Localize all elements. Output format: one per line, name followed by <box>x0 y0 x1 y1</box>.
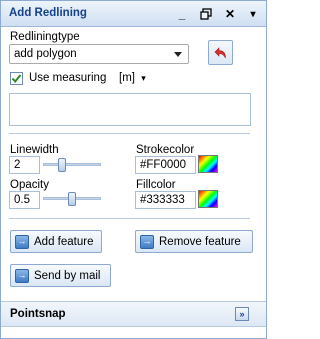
fillcolor-picker-icon[interactable] <box>198 190 218 208</box>
divider <box>9 133 250 134</box>
pointsnap-title: Pointsnap <box>10 308 66 320</box>
restore-button[interactable] <box>197 6 215 22</box>
fillcolor-label: Fillcolor <box>136 179 176 191</box>
undo-button[interactable] <box>208 40 233 65</box>
add-feature-button[interactable]: → Add feature <box>10 230 102 253</box>
close-button[interactable]: ✕ <box>221 6 239 22</box>
arrow-right-icon: → <box>140 234 154 249</box>
divider <box>9 218 250 219</box>
use-measuring-label: Use measuring <box>29 72 107 84</box>
use-measuring-checkbox[interactable] <box>10 72 23 85</box>
expand-icon[interactable]: » <box>235 307 249 321</box>
measuring-unit-dropdown[interactable]: [m] ▾ <box>119 72 146 84</box>
undo-arrow-icon <box>214 46 226 58</box>
strokecolor-input[interactable]: #FF0000 <box>135 156 196 174</box>
minimize-button[interactable]: _ <box>173 6 191 22</box>
panel-titlebar: Add Redlining _ ✕ ▾ <box>1 1 266 27</box>
linewidth-input[interactable]: 2 <box>9 156 40 174</box>
remove-feature-label: Remove feature <box>159 235 241 248</box>
redliningtype-label: Redliningtype <box>10 31 80 43</box>
checkmark-icon <box>11 74 22 84</box>
arrow-right-icon: → <box>15 234 29 249</box>
send-by-mail-button[interactable]: → Send by mail <box>10 264 111 287</box>
chevron-down-icon <box>174 52 182 57</box>
add-redlining-panel: Add Redlining _ ✕ ▾ Redliningtype add po… <box>0 0 267 339</box>
panel-menu-button[interactable]: ▾ <box>244 6 262 22</box>
pointsnap-section-header[interactable]: Pointsnap » <box>1 301 266 327</box>
panel-title: Add Redlining <box>9 7 87 19</box>
remove-feature-button[interactable]: → Remove feature <box>135 230 253 253</box>
opacity-input[interactable]: 0.5 <box>9 191 40 209</box>
strokecolor-picker-icon[interactable] <box>198 155 218 173</box>
redliningtype-select[interactable]: add polygon <box>9 44 189 64</box>
strokecolor-label: Strokecolor <box>136 144 195 156</box>
opacity-slider-thumb[interactable] <box>68 192 76 206</box>
arrow-right-icon: → <box>15 268 29 283</box>
opacity-label: Opacity <box>10 179 49 191</box>
send-by-mail-label: Send by mail <box>34 269 101 282</box>
linewidth-label: Linewidth <box>10 144 59 156</box>
linewidth-slider-thumb[interactable] <box>58 158 66 172</box>
fillcolor-input[interactable]: #333333 <box>135 191 196 209</box>
linewidth-slider[interactable] <box>43 163 101 166</box>
add-feature-label: Add feature <box>34 235 94 248</box>
redliningtype-value: add polygon <box>14 48 77 60</box>
restore-icon <box>200 8 212 20</box>
measuring-unit-value: [m] <box>119 72 135 84</box>
measurement-output <box>9 93 251 126</box>
unit-chevron-icon: ▾ <box>141 73 146 83</box>
